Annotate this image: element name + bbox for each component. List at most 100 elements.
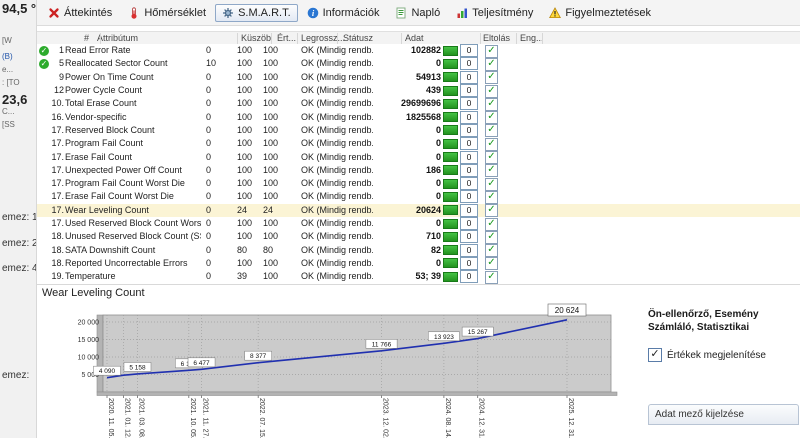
column-header[interactable]: Ért... [277,33,296,43]
table-row[interactable]: 17. Reserved Block Count 0 100 100 OK (Mindig… [37,123,800,138]
attr-threshold: 0 [206,218,212,228]
offset-value[interactable]: 0 [460,44,478,58]
offset-value[interactable]: 0 [460,243,478,257]
attr-worst: 100 [263,138,279,149]
enabled-checkbox[interactable]: ✓ [485,151,498,165]
attr-status: OK (Mindig rendb... [301,231,373,242]
table-row[interactable]: 18. Reported Uncorrectable Errors 0 100 100 O… [37,256,800,271]
enabled-checkbox[interactable]: ✓ [485,124,498,138]
attr-status: OK (Mindig rendb... [301,138,373,149]
table-row[interactable]: 18.Unused Reserved Block Count (SSD ... 0… [37,230,800,244]
table-row[interactable]: 17. Used Reserved Block Count Worst ... 0 1… [37,216,800,231]
attr-value: 100 [237,58,253,69]
table-row[interactable]: 10. Total Erase Count 0 100 100 OK (Mindig re… [37,97,800,111]
offset-value[interactable]: 0 [460,163,478,177]
table-row[interactable]: 16. Vendor-specific 0 100 100 OK (Mindig rend… [37,110,800,125]
tab-napl-[interactable]: Napló [388,4,447,22]
data-field-header[interactable]: Adat mező kijelzése [648,404,799,425]
offset-value[interactable]: 0 [460,203,478,217]
attr-data: 29699696 [400,98,441,109]
tab-figyelmeztet-sek[interactable]: Figyelmeztetések [542,4,658,22]
attr-id: 17. [51,164,64,175]
svg-text:6 477: 6 477 [193,360,210,367]
enabled-checkbox[interactable]: ✓ [485,257,498,271]
thermometer-icon [128,6,140,19]
tab--ttekint-s[interactable]: Áttekintés [41,4,119,22]
column-header[interactable]: Küszöb [241,33,271,43]
offset-bar [443,98,458,109]
table-row[interactable]: 19. Temperature 0 39 100 OK (Mindig rendb... 5… [37,270,800,284]
enabled-checkbox[interactable]: ✓ [485,111,498,125]
attr-worst: 24 [263,204,274,215]
offset-value[interactable]: 0 [460,217,478,230]
offset-value[interactable]: 0 [460,97,478,111]
show-values-checkbox[interactable]: ✓ Értékek megjelenítése [648,348,800,362]
enabled-checkbox[interactable]: ✓ [485,84,498,98]
attr-threshold: 0 [206,271,212,282]
svg-text:2023. 12. 02.: 2023. 12. 02. [382,398,389,438]
offset-value[interactable]: 0 [460,256,478,270]
table-row[interactable]: 17. Erase Fail Count 0 100 100 OK (Mindig ren… [37,150,800,165]
svg-text:8 377: 8 377 [250,353,267,360]
offset-value[interactable]: 0 [460,57,478,71]
column-header[interactable]: Legrossz... [301,33,345,43]
enabled-checkbox[interactable]: ✓ [485,204,498,218]
enabled-checkbox[interactable]: ✓ [485,217,498,231]
table-row[interactable]: 17. Erase Fail Count Worst Die 0 100 100 OK (… [37,190,800,204]
enabled-checkbox[interactable]: ✓ [485,230,498,244]
enabled-checkbox[interactable]: ✓ [485,164,498,178]
column-header[interactable]: # [84,33,89,43]
tab-inform-ci-k[interactable]: i Információk [300,4,387,22]
warning-icon [549,6,562,19]
svg-text:13 923: 13 923 [434,334,454,341]
table-row[interactable]: 9 Power On Time Count 0 100 100 OK (Mindig re… [37,70,800,85]
attr-status: OK (Mindig rendb... [301,98,373,109]
enabled-checkbox[interactable]: ✓ [485,270,498,284]
enabled-checkbox[interactable]: ✓ [485,44,498,58]
table-row[interactable]: 12 Power Cycle Count 0 100 100 OK (Mindig ren… [37,83,800,98]
table-row[interactable]: 18. SATA Downshift Count 0 80 80 OK (Mindig r… [37,243,800,258]
enabled-checkbox[interactable]: ✓ [485,137,498,151]
enabled-checkbox[interactable]: ✓ [485,190,498,204]
enabled-checkbox[interactable]: ✓ [485,57,498,71]
offset-value[interactable]: 0 [460,70,478,84]
column-header[interactable]: Attribútum [97,33,138,43]
offset-value[interactable]: 0 [460,150,478,164]
offset-value[interactable]: 0 [460,230,478,244]
column-header[interactable]: Eltolás [483,33,510,43]
offset-value[interactable]: 0 [460,123,478,137]
tab-teljes-tm-ny[interactable]: Teljesítmény [449,4,540,22]
table-row[interactable]: ✓ 1 Read Error Rate 0 100 100 OK (Mindig rendb… [37,44,800,58]
column-header[interactable]: Státusz [343,33,373,43]
table-row[interactable]: 17. Program Fail Count 0 100 100 OK (Mindig r… [37,137,800,151]
tab-h-m-rs-klet[interactable]: Hőmérséklet [121,4,213,22]
column-header[interactable]: Eng... [520,33,544,43]
table-row[interactable]: 17. Program Fail Count Worst Die 0 100 100 OK… [37,176,800,191]
enabled-checkbox[interactable]: ✓ [485,244,498,258]
offset-value[interactable]: 0 [460,270,478,284]
table-row[interactable]: 17. Wear Leveling Count 0 24 24 OK (Mindig re… [37,203,800,218]
sidebar-fragment: e... [2,65,14,74]
attr-name: Reallocated Sector Count [65,58,168,69]
offset-value[interactable]: 0 [460,137,478,151]
offset-value[interactable]: 0 [460,177,478,191]
table-row[interactable]: 17. Unexpected Power Off Count 0 100 100 OK (… [37,163,800,178]
attr-value: 100 [237,85,253,96]
offset-value[interactable]: 0 [460,84,478,98]
enabled-checkbox[interactable]: ✓ [485,177,498,191]
enabled-checkbox[interactable]: ✓ [485,71,498,85]
offset-value[interactable]: 0 [460,110,478,124]
table-row[interactable]: ✓ 5 Reallocated Sector Count 10 100 100 OK (Mi… [37,57,800,71]
tab-s-m-a-r-t-[interactable]: S.M.A.R.T. [215,3,298,22]
column-separator [516,33,517,44]
attr-id: 5 [58,58,64,69]
offset-bar [443,178,458,189]
checkbox-icon[interactable]: ✓ [648,348,662,362]
svg-text:2020. 11. 05.: 2020. 11. 05. [107,398,114,438]
offset-value[interactable]: 0 [460,190,478,204]
attr-threshold: 0 [206,71,212,82]
attr-threshold: 0 [206,98,212,109]
column-header[interactable]: Adat [405,33,424,43]
offset-bar [443,165,458,176]
enabled-checkbox[interactable]: ✓ [485,97,498,111]
